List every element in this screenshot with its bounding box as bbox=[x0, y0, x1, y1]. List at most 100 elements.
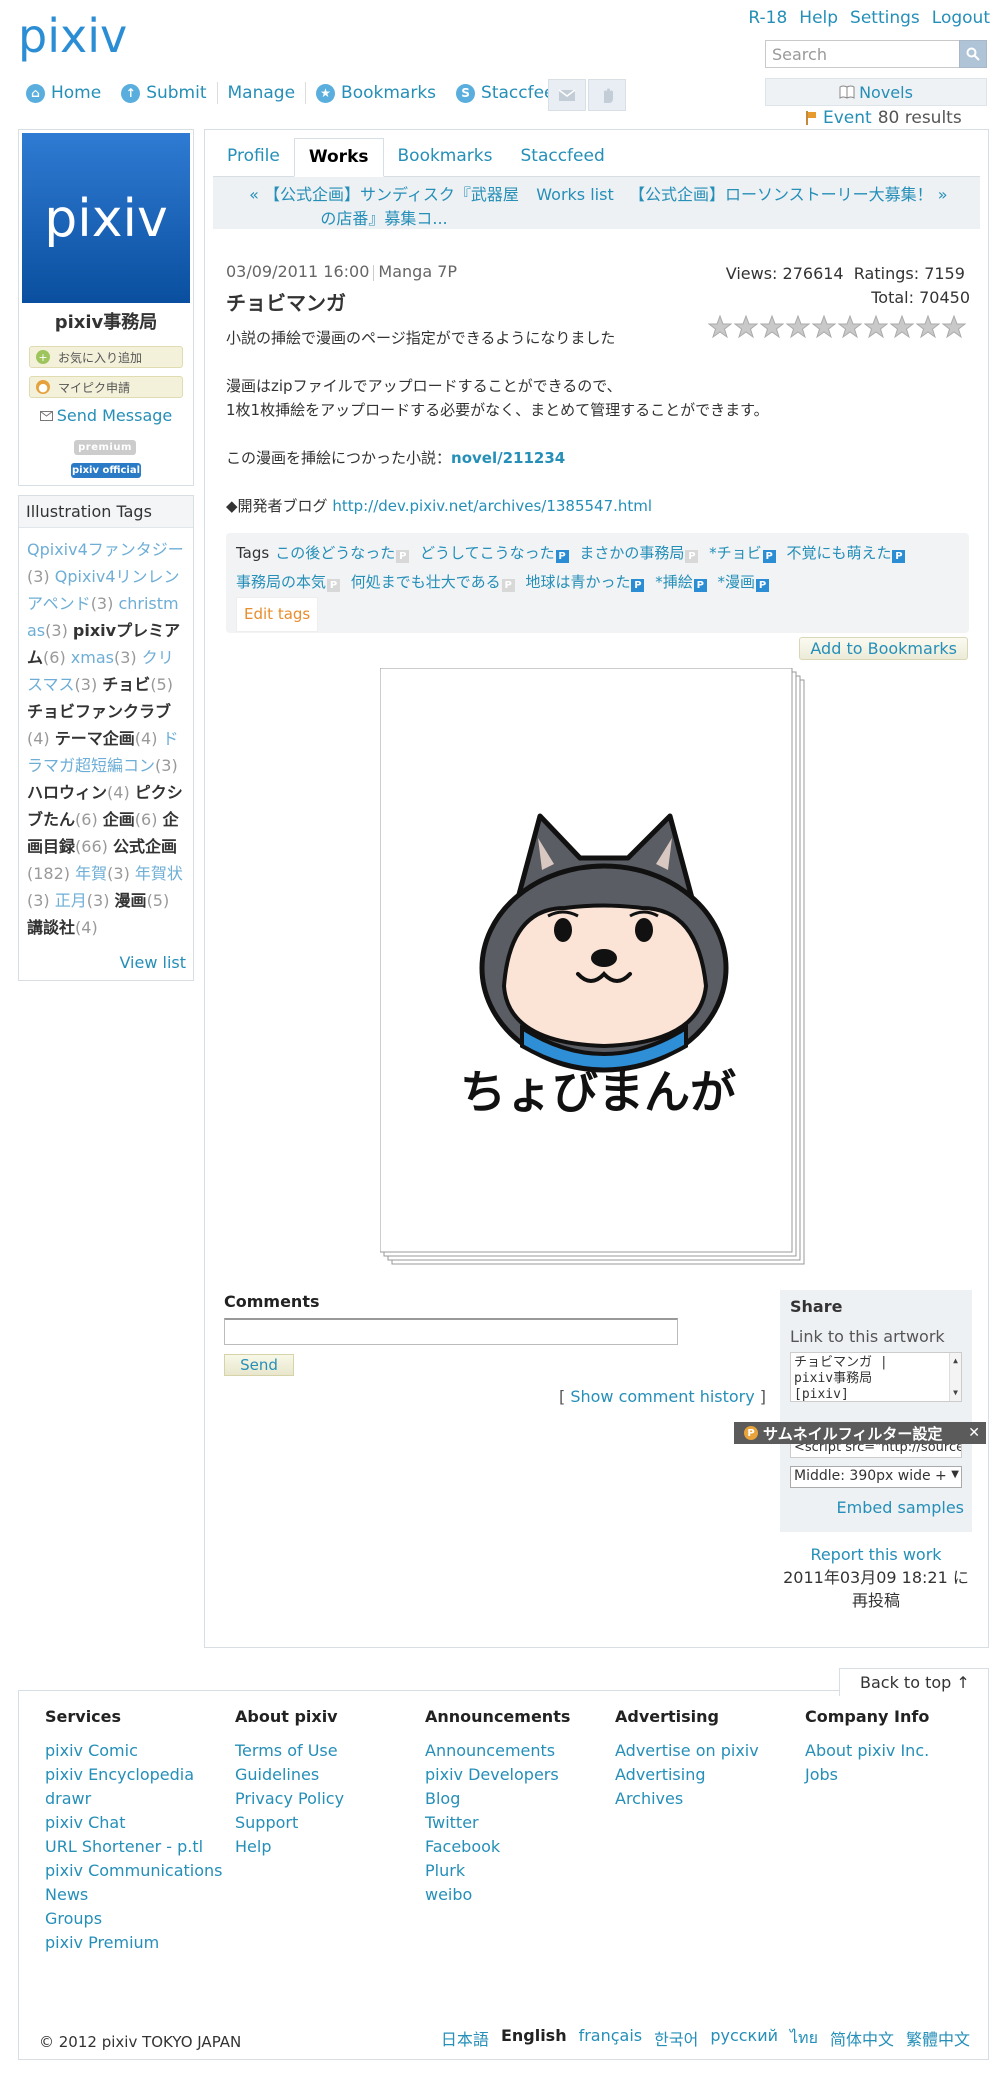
settings-link[interactable]: Settings bbox=[850, 8, 920, 28]
blog-link[interactable]: http://dev.pixiv.net/archives/1385547.ht… bbox=[332, 497, 652, 515]
work-tag[interactable]: *漫画 P bbox=[718, 573, 770, 592]
footer-link[interactable]: Facebook bbox=[425, 1835, 605, 1859]
pixpedia-icon[interactable]: P bbox=[693, 579, 707, 592]
messages-button[interactable] bbox=[548, 79, 586, 111]
footer-link[interactable]: Advertise on pixiv bbox=[615, 1739, 795, 1763]
comment-input[interactable] bbox=[224, 1318, 678, 1345]
illustration-tag[interactable]: 企画 bbox=[103, 810, 135, 829]
rating-star-icon[interactable] bbox=[942, 315, 966, 339]
manga-artwork[interactable]: ちょびまんが bbox=[380, 668, 808, 1268]
prev-work-link[interactable]: « 【公式企画】サンディスク『武器屋の店番』募集コ... bbox=[213, 177, 535, 229]
illustration-tag[interactable]: 公式企画 bbox=[113, 837, 177, 856]
footer-link[interactable]: Archives bbox=[615, 1787, 795, 1811]
work-tag[interactable]: まさかの事務局 P bbox=[579, 544, 699, 563]
illustration-tag[interactable]: チョビファンクラブ bbox=[27, 702, 171, 721]
add-favorite-button[interactable]: + お気に入り追加 bbox=[29, 346, 183, 368]
illustration-tag[interactable]: xmas bbox=[71, 648, 114, 667]
report-work-link[interactable]: Report this work bbox=[810, 1545, 941, 1564]
embed-samples-link[interactable]: Embed samples bbox=[837, 1498, 964, 1517]
illustration-tag[interactable]: テーマ企画 bbox=[55, 729, 135, 748]
language-option[interactable]: 繁體中文 bbox=[906, 2026, 970, 2051]
next-work-link[interactable]: 【公式企画】ローソンストーリー大募集！ » bbox=[615, 177, 980, 229]
edit-tags-button[interactable]: Edit tags bbox=[236, 597, 319, 632]
work-tag[interactable]: 事務局の本気 P bbox=[236, 573, 341, 592]
footer-link[interactable]: pixiv Encyclopedia bbox=[45, 1763, 225, 1787]
footer-link[interactable]: URL Shortener - p.tl bbox=[45, 1835, 225, 1859]
rating-star-icon[interactable] bbox=[864, 315, 888, 339]
work-tag[interactable]: 何処までも壮大である P bbox=[351, 573, 515, 592]
tab-staccfeed[interactable]: Staccfeed bbox=[506, 138, 618, 176]
view-list-link[interactable]: View list bbox=[119, 953, 186, 972]
share-link-textarea[interactable]: チョビマンガ | pixiv事務局 [pixiv] ▲ ▼ bbox=[790, 1352, 962, 1402]
footer-link[interactable]: Groups bbox=[45, 1907, 225, 1931]
show-comment-history-link[interactable]: Show comment history bbox=[570, 1387, 754, 1406]
nav-manage[interactable]: Manage bbox=[218, 83, 306, 103]
novels-button[interactable]: Novels bbox=[765, 78, 987, 106]
pixpedia-icon[interactable]: P bbox=[685, 550, 699, 563]
add-to-bookmarks-button[interactable]: Add to Bookmarks bbox=[799, 637, 968, 660]
nav-bookmarks[interactable]: ★ Bookmarks bbox=[306, 83, 446, 103]
pixpedia-icon[interactable]: P bbox=[555, 550, 569, 563]
illustration-tag[interactable]: チョビ bbox=[102, 675, 150, 694]
footer-link[interactable]: About pixiv Inc. bbox=[805, 1739, 985, 1763]
illustration-tag[interactable]: ハロウィン bbox=[27, 783, 107, 802]
send-comment-button[interactable]: Send bbox=[224, 1354, 294, 1376]
pixpedia-icon[interactable]: P bbox=[762, 550, 776, 563]
novel-link[interactable]: novel/211234 bbox=[451, 449, 565, 467]
pixpedia-icon[interactable]: P bbox=[327, 579, 341, 592]
notifications-button[interactable] bbox=[588, 79, 626, 111]
footer-link[interactable]: weibo bbox=[425, 1883, 605, 1907]
language-option[interactable]: ไทย bbox=[790, 2026, 818, 2051]
embed-size-select[interactable]: Middle: 390px wide + ▼ bbox=[790, 1466, 962, 1488]
footer-link[interactable]: Help bbox=[235, 1835, 415, 1859]
thumbnail-filter-bar[interactable]: P サムネイルフィルター設定 ✕ bbox=[734, 1422, 986, 1444]
illustration-tag[interactable]: Qpixiv4ファンタジー bbox=[27, 540, 184, 559]
work-tag[interactable]: 地球は青かった P bbox=[525, 573, 645, 592]
footer-link[interactable]: pixiv Communications bbox=[45, 1859, 225, 1883]
rating-star-icon[interactable] bbox=[838, 315, 862, 339]
rating-star-icon[interactable] bbox=[916, 315, 940, 339]
rating-star-icon[interactable] bbox=[890, 315, 914, 339]
pixpedia-icon[interactable]: P bbox=[892, 550, 906, 563]
work-tag[interactable]: どうしてこうなった P bbox=[420, 544, 569, 563]
illustration-tag[interactable]: 正月 bbox=[55, 891, 87, 910]
nav-home[interactable]: ⌂ Home bbox=[26, 83, 111, 103]
language-option[interactable]: 日本語 bbox=[441, 2026, 489, 2051]
footer-link[interactable]: Jobs bbox=[805, 1763, 985, 1787]
language-option[interactable]: français bbox=[579, 2026, 643, 2051]
footer-link[interactable]: Plurk bbox=[425, 1859, 605, 1883]
illustration-tag[interactable]: 年賀 bbox=[75, 864, 107, 883]
footer-link[interactable]: drawr bbox=[45, 1787, 225, 1811]
pixiv-logo[interactable]: pixiv bbox=[18, 12, 148, 64]
footer-link[interactable]: pixiv Chat bbox=[45, 1811, 225, 1835]
footer-link[interactable]: Support bbox=[235, 1811, 415, 1835]
mypixiv-request-button[interactable]: ● マイピク申請 bbox=[29, 376, 183, 398]
help-link[interactable]: Help bbox=[799, 8, 838, 28]
footer-link[interactable]: Blog bbox=[425, 1787, 605, 1811]
illustration-tag[interactable]: 漫画 bbox=[115, 891, 147, 910]
tab-bookmarks[interactable]: Bookmarks bbox=[384, 138, 507, 176]
footer-link[interactable]: News bbox=[45, 1883, 225, 1907]
work-tag[interactable]: この後どうなった P bbox=[275, 544, 410, 563]
footer-link[interactable]: Announcements bbox=[425, 1739, 605, 1763]
tab-profile[interactable]: Profile bbox=[213, 138, 294, 176]
r18-link[interactable]: R-18 bbox=[748, 8, 787, 28]
footer-link[interactable]: pixiv Premium bbox=[45, 1931, 225, 1955]
illustration-tag[interactable]: 年賀状 bbox=[135, 864, 183, 883]
textarea-scrollbar[interactable]: ▲ ▼ bbox=[949, 1353, 961, 1401]
works-list-link[interactable]: Works list bbox=[535, 177, 615, 229]
search-input[interactable]: Search bbox=[765, 40, 959, 68]
pixpedia-icon[interactable]: P bbox=[756, 579, 770, 592]
language-option[interactable]: 한국어 bbox=[654, 2026, 698, 2051]
work-tag[interactable]: *チョビ P bbox=[709, 544, 776, 563]
pixpedia-icon[interactable]: P bbox=[396, 550, 410, 563]
close-icon[interactable]: ✕ bbox=[968, 1425, 980, 1441]
back-to-top-link[interactable]: Back to top ↑ bbox=[839, 1668, 989, 1696]
event-link[interactable]: Event 80 results bbox=[805, 108, 962, 128]
profile-image[interactable]: pixiv bbox=[22, 133, 190, 303]
search-button[interactable] bbox=[959, 40, 987, 68]
language-option[interactable]: русский bbox=[710, 2026, 778, 2051]
illustration-tag[interactable]: 講談社 bbox=[27, 918, 75, 937]
footer-link[interactable]: Guidelines bbox=[235, 1763, 415, 1787]
pixpedia-icon[interactable]: P bbox=[501, 579, 515, 592]
